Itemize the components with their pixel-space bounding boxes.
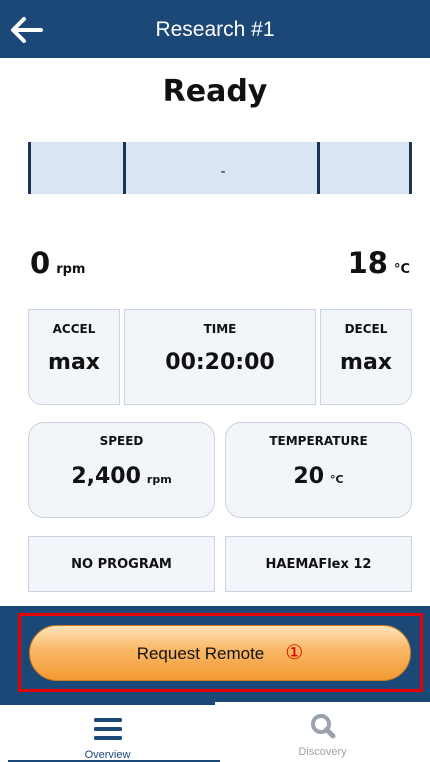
speed-label: SPEED: [99, 434, 144, 448]
speed-setpoint: 2,400 rpm: [29, 464, 214, 489]
decel-label: DECEL: [344, 322, 388, 336]
run-status: Ready: [162, 74, 268, 109]
program-selector[interactable]: NO PROGRAM: [28, 536, 215, 592]
menu-icon: [92, 715, 124, 743]
temperature-value: 20: [293, 464, 325, 489]
app-header: Research #1: [0, 0, 430, 58]
bottom-tab-bar: Overview Discovery: [0, 702, 430, 762]
accel-card[interactable]: ACCEL max: [28, 309, 120, 405]
program-segment-bar: -: [28, 142, 412, 194]
time-card[interactable]: TIME 00:20:00: [124, 309, 316, 405]
current-temperature: 18 °C: [348, 246, 410, 280]
decel-card[interactable]: DECEL max: [320, 309, 412, 405]
temperature-unit: °C: [330, 473, 344, 486]
tab-discovery-label: Discovery: [298, 746, 347, 758]
time-value: 00:20:00: [165, 350, 275, 375]
decel-value: max: [340, 350, 392, 375]
speed-card[interactable]: SPEED 2,400 rpm: [28, 422, 215, 518]
speed-unit: rpm: [146, 473, 172, 486]
temperature-setpoint: 20 °C: [226, 464, 411, 489]
temperature-card[interactable]: TEMPERATURE 20 °C: [225, 422, 412, 518]
step-marker: ①: [285, 640, 304, 664]
current-speed-unit: rpm: [56, 262, 86, 277]
header-title: Research #1: [155, 18, 275, 41]
current-temperature-unit: °C: [393, 262, 410, 277]
current-speed-value: 0: [30, 246, 51, 280]
request-remote-button[interactable]: Request Remote ①: [29, 625, 411, 681]
rotor-label: HAEMAFlex 12: [265, 557, 372, 572]
speed-value: 2,400: [71, 464, 141, 489]
accel-value: max: [48, 350, 100, 375]
tab-discovery[interactable]: Discovery: [215, 702, 430, 762]
tab-overview[interactable]: Overview: [0, 702, 215, 762]
search-icon: [307, 712, 339, 740]
accel-label: ACCEL: [52, 322, 96, 336]
rotor-selector[interactable]: HAEMAFlex 12: [225, 536, 412, 592]
program-label: NO PROGRAM: [71, 557, 172, 572]
current-speed: 0 rpm: [30, 246, 85, 280]
time-label: TIME: [203, 322, 237, 336]
segment-value: -: [220, 164, 226, 180]
temperature-label: TEMPERATURE: [269, 434, 368, 448]
current-temperature-value: 18: [347, 246, 388, 280]
request-remote-label: Request Remote: [136, 644, 265, 663]
